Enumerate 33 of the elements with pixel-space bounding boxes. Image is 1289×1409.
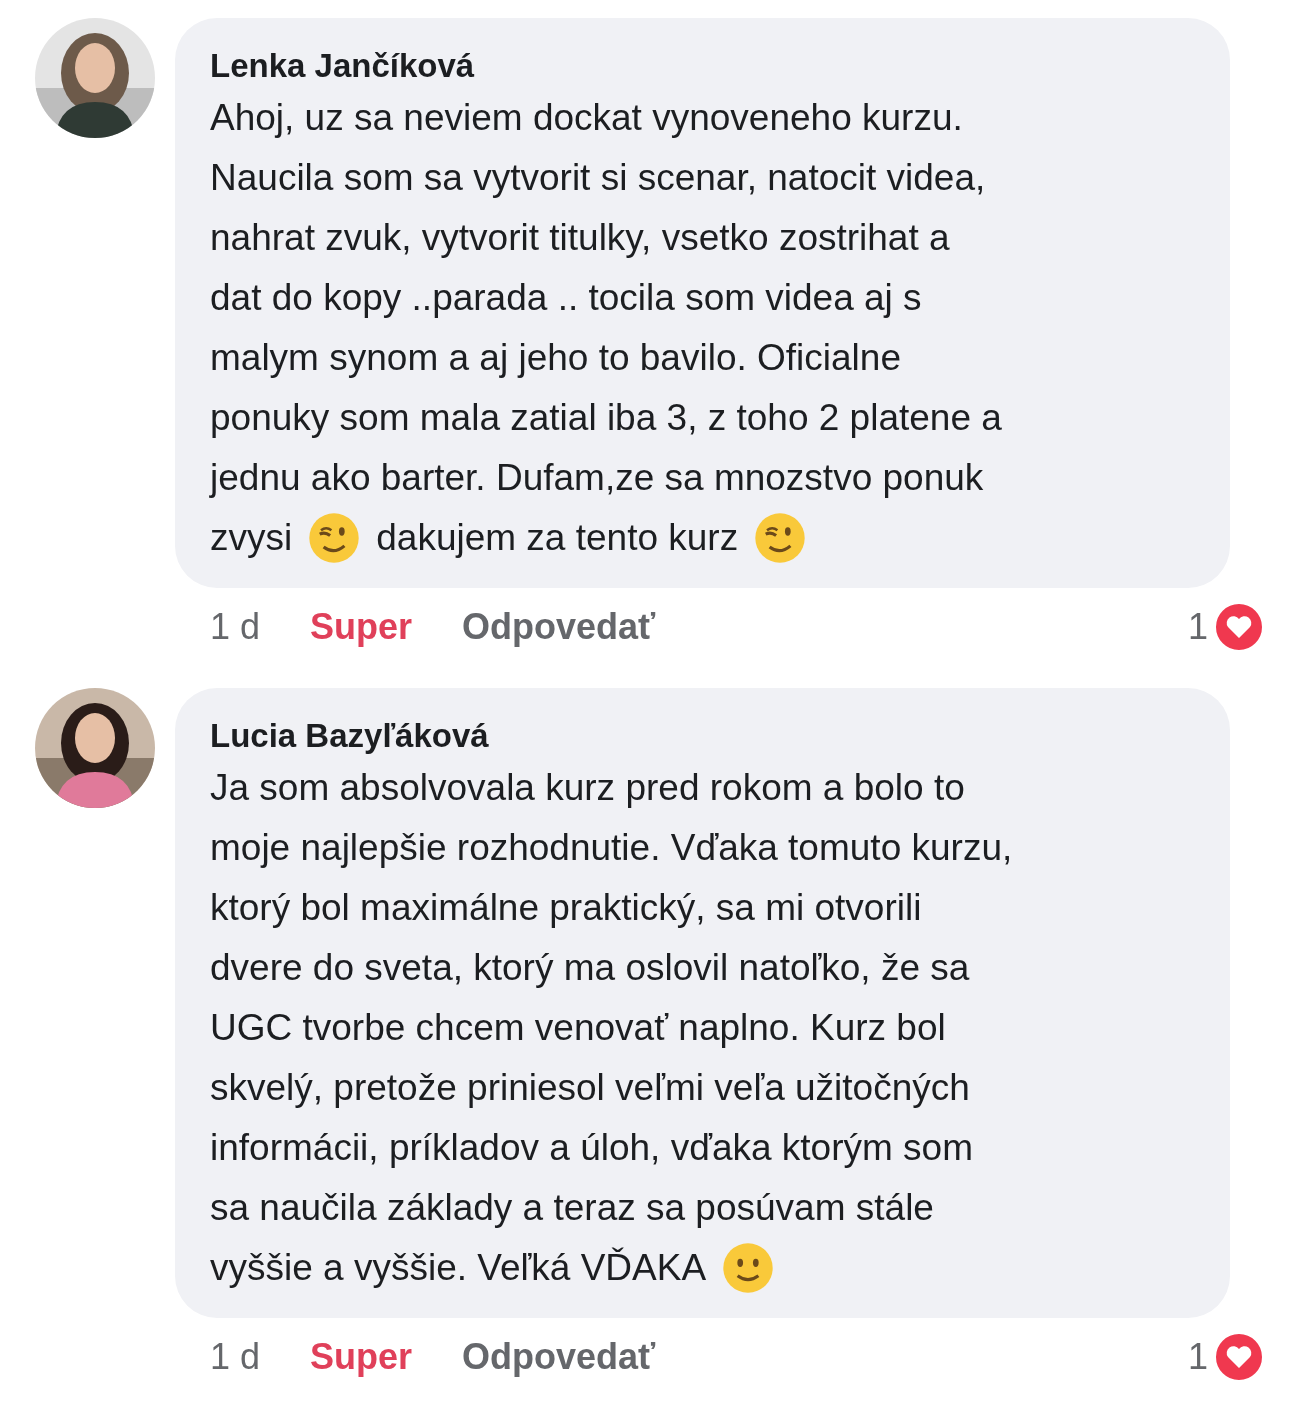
winking-face-icon <box>308 512 361 564</box>
comment-text: skvelý, pretože priniesol veľmi veľa užitočných <box>210 1066 970 1110</box>
comment-text: vyššie a vyššie. Veľká VĎAKA <box>210 1246 707 1290</box>
comment-text: jednu ako barter. Dufam,ze sa mnozstvo ponuk <box>210 456 984 500</box>
comment-text: dat do kopy ..parada .. tocila som videa aj s <box>210 276 922 320</box>
comment-text: Ahoj, uz sa neviem dockat vynoveneho kurzu. <box>210 96 963 140</box>
timestamp: 1 d <box>210 606 261 648</box>
comment-text: zvysi <box>210 516 293 560</box>
comment-text: sa naučila základy a teraz sa posúvam stále <box>210 1186 934 1230</box>
comment-text: dakujem za tento kurz <box>376 516 739 560</box>
comment-text: Ja som absolvovala kurz pred rokom a bolo to <box>210 766 965 810</box>
heart-reaction-icon <box>1214 1332 1264 1382</box>
author-name[interactable]: Lucia Bazyľáková <box>210 714 489 758</box>
comment-text: ponuky som mala zatial iba 3, z toho 2 platene a <box>210 396 1002 440</box>
comment-text: UGC tvorbe chcem venovať naplno. Kurz bol <box>210 1006 946 1050</box>
comment-text: dvere do sveta, ktorý ma oslovil natoľko, že sa <box>210 946 970 990</box>
reaction-count: 1 <box>1187 1336 1208 1378</box>
comment-text: informácii, príkladov a úloh, vďaka ktorým som <box>210 1126 974 1170</box>
comment-text: Naucila som sa vytvorit si scenar, natocit videa, <box>210 156 986 200</box>
react-button[interactable]: Super <box>310 1336 413 1378</box>
reply-button[interactable]: Odpovedať <box>462 1336 656 1378</box>
comment-text: moje najlepšie rozhodnutie. Vďaka tomuto kurzu, <box>210 826 1013 870</box>
heart-reaction-icon <box>1214 602 1264 652</box>
timestamp: 1 d <box>210 1336 261 1378</box>
comment-text: nahrat zvuk, vytvorit titulky, vsetko zostrihat a <box>210 216 950 260</box>
reply-button[interactable]: Odpovedať <box>462 606 656 648</box>
react-button[interactable]: Super <box>310 606 413 648</box>
winking-face-icon <box>754 512 807 564</box>
reaction-count: 1 <box>1187 606 1208 648</box>
comment-text: malym synom a aj jeho to bavilo. Oficialne <box>210 336 901 380</box>
author-name[interactable]: Lenka Jančíková <box>210 44 475 88</box>
smiling-face-icon <box>722 1242 775 1294</box>
comment-text: ktorý bol maximálne praktický, sa mi otvorili <box>210 886 922 930</box>
